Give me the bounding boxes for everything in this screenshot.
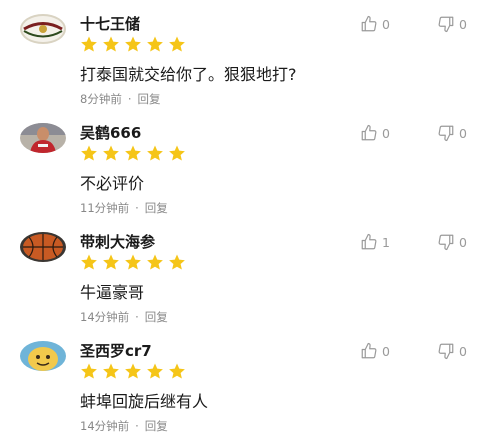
star-icon (147, 254, 163, 270)
thumbs-down-icon (438, 234, 454, 251)
player-photo-avatar-icon (20, 123, 66, 153)
timestamp: 14分钟前 (80, 310, 130, 324)
thumbs-up-icon (361, 342, 377, 359)
comment-item: 吴鹤666 不必评价 11分钟前 · 回复 0 0 (0, 117, 500, 225)
comment-text: 不必评价 (80, 174, 145, 193)
avatar[interactable] (20, 341, 66, 371)
avatar[interactable] (20, 232, 66, 262)
separator-dot: · (135, 419, 139, 433)
star-icon (103, 363, 119, 379)
star-icon (169, 36, 185, 52)
comment-meta: 14分钟前 · 回复 (80, 309, 168, 325)
thumbs-down-icon (438, 125, 454, 142)
thumbs-down-icon (438, 343, 454, 360)
cartoon-avatar-icon (20, 341, 66, 371)
comment-meta: 14分钟前 · 回复 (80, 418, 168, 434)
reply-button[interactable]: 回复 (145, 309, 168, 325)
star-icon (103, 145, 119, 161)
separator-dot: · (127, 92, 132, 106)
star-icon (169, 363, 185, 379)
like-count: 0 (382, 343, 390, 359)
dislike-count: 0 (459, 125, 467, 141)
dislike-button[interactable]: 0 (437, 232, 467, 252)
reply-button[interactable]: 回复 (145, 200, 168, 216)
comment-item: 带刺大海参 牛逼豪哥 14分钟前 · 回复 1 0 (0, 226, 500, 334)
star-rating (80, 253, 186, 271)
dislike-button[interactable]: 0 (437, 123, 467, 143)
star-icon (103, 36, 119, 52)
star-icon (125, 145, 141, 161)
star-icon (81, 36, 97, 52)
thumbs-up-icon (361, 233, 377, 250)
reply-button[interactable]: 回复 (145, 418, 168, 434)
dislike-count: 0 (459, 343, 467, 359)
username[interactable]: 吴鹤666 (80, 122, 141, 143)
dislike-button[interactable]: 0 (437, 14, 467, 34)
like-count: 0 (382, 16, 390, 32)
star-rating (80, 35, 186, 53)
thumbs-up-icon (361, 124, 377, 141)
star-rating (80, 362, 186, 380)
thumbs-down-icon (438, 16, 454, 33)
star-icon (169, 254, 185, 270)
thumbs-up-icon (361, 15, 377, 32)
star-icon (125, 36, 141, 52)
star-rating (80, 144, 186, 162)
like-button[interactable]: 0 (360, 123, 390, 143)
star-icon (147, 145, 163, 161)
star-icon (147, 363, 163, 379)
username[interactable]: 十七王储 (80, 13, 140, 34)
timestamp: 11分钟前 (80, 201, 130, 215)
comment-text: 打泰国就交给你了。狠狠地打? (80, 65, 297, 84)
soccer-ball-avatar-icon (20, 14, 66, 44)
star-icon (81, 363, 97, 379)
star-icon (169, 145, 185, 161)
avatar[interactable] (20, 123, 66, 153)
username[interactable]: 带刺大海参 (80, 231, 155, 252)
comment-item: 十七王储 打泰国就交给你了。狠狠地打? 8分钟前 · 回复 0 0 (0, 8, 500, 116)
like-button[interactable]: 0 (360, 341, 390, 361)
dislike-count: 0 (459, 234, 467, 250)
star-icon (147, 36, 163, 52)
like-button[interactable]: 0 (360, 14, 390, 34)
comment-item: 圣西罗cr7 蚌埠回旋后继有人 14分钟前 · 回复 0 0 (0, 335, 500, 440)
comment-text: 牛逼豪哥 (80, 283, 145, 302)
separator-dot: · (135, 310, 139, 324)
username[interactable]: 圣西罗cr7 (80, 340, 152, 361)
comment-meta: 11分钟前 · 回复 (80, 200, 168, 216)
like-button[interactable]: 1 (360, 232, 390, 252)
timestamp: 8分钟前 (80, 92, 122, 106)
comment-text: 蚌埠回旋后继有人 (80, 392, 209, 411)
star-icon (81, 145, 97, 161)
dislike-button[interactable]: 0 (437, 341, 467, 361)
star-icon (81, 254, 97, 270)
star-icon (125, 254, 141, 270)
like-count: 1 (382, 234, 390, 250)
basketball-avatar-icon (20, 232, 66, 262)
star-icon (125, 363, 141, 379)
dislike-count: 0 (459, 16, 467, 32)
avatar[interactable] (20, 14, 66, 44)
comment-meta: 8分钟前 · 回复 (80, 91, 160, 107)
reply-button[interactable]: 回复 (137, 91, 160, 107)
separator-dot: · (135, 201, 139, 215)
timestamp: 14分钟前 (80, 419, 130, 433)
like-count: 0 (382, 125, 390, 141)
star-icon (103, 254, 119, 270)
